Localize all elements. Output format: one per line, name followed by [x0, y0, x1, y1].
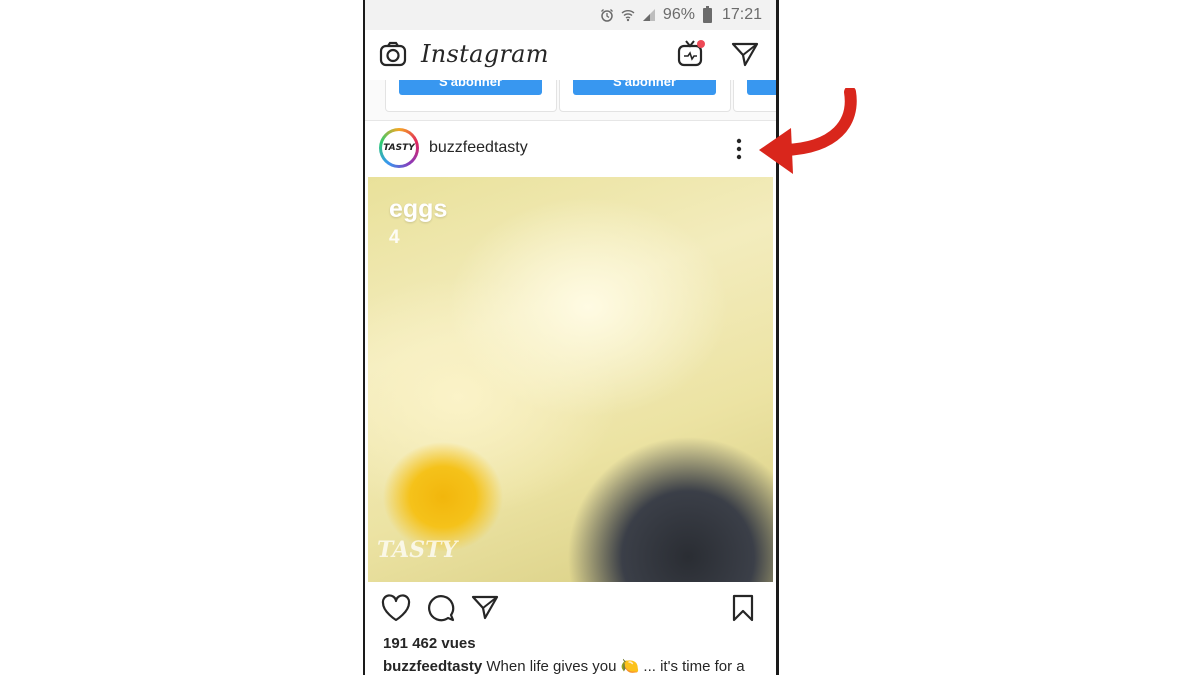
tasty-watermark: TASTY: [377, 537, 458, 563]
avatar-text: TASTY: [383, 143, 415, 153]
share-icon[interactable]: [471, 594, 499, 625]
battery-percent: 96%: [662, 6, 695, 23]
annotation-arrow-icon: [759, 88, 857, 174]
post-actions: [365, 590, 776, 630]
comment-icon[interactable]: [427, 594, 455, 627]
like-heart-icon[interactable]: [381, 594, 411, 627]
post-video[interactable]: eggs 4 TASTY: [368, 177, 773, 582]
suggestions-strip: S'abonner S'abonner S'abonner: [365, 80, 776, 121]
caption-text: When life gives you 🍋 ... it's time for …: [482, 658, 745, 675]
follow-button[interactable]: S'abonner: [573, 80, 716, 95]
avatar[interactable]: TASTY: [379, 128, 419, 168]
video-caption-number: 4: [389, 227, 400, 248]
camera-icon[interactable]: [379, 41, 407, 72]
phone-screen: 96% 17:21 Instagram S'abonner S'abonner …: [363, 0, 779, 675]
app-header: Instagram: [365, 30, 776, 80]
direct-message-icon[interactable]: [731, 41, 759, 72]
signal-icon: [642, 8, 656, 22]
clock: 17:21: [721, 6, 762, 23]
video-caption-title: eggs: [389, 195, 448, 223]
follow-button[interactable]: S'abonner: [399, 80, 542, 95]
post-username[interactable]: buzzfeedtasty: [429, 139, 528, 157]
alarm-icon: [600, 8, 614, 22]
post-caption: buzzfeedtasty When life gives you 🍋 ... …: [383, 657, 745, 675]
view-count[interactable]: 191 462 vues: [383, 635, 476, 652]
caption-username[interactable]: buzzfeedtasty: [383, 658, 482, 675]
instagram-logo: Instagram: [421, 40, 549, 68]
more-options-icon[interactable]: [735, 138, 743, 165]
battery-icon: [702, 5, 712, 23]
status-bar: 96% 17:21: [365, 0, 776, 30]
post-header: TASTY buzzfeedtasty: [365, 121, 776, 177]
igtv-icon[interactable]: [676, 39, 706, 74]
wifi-icon: [621, 8, 635, 22]
suggestion-card: S'abonner: [559, 80, 731, 112]
suggestion-card: S'abonner: [385, 80, 557, 112]
bookmark-icon[interactable]: [731, 594, 755, 627]
